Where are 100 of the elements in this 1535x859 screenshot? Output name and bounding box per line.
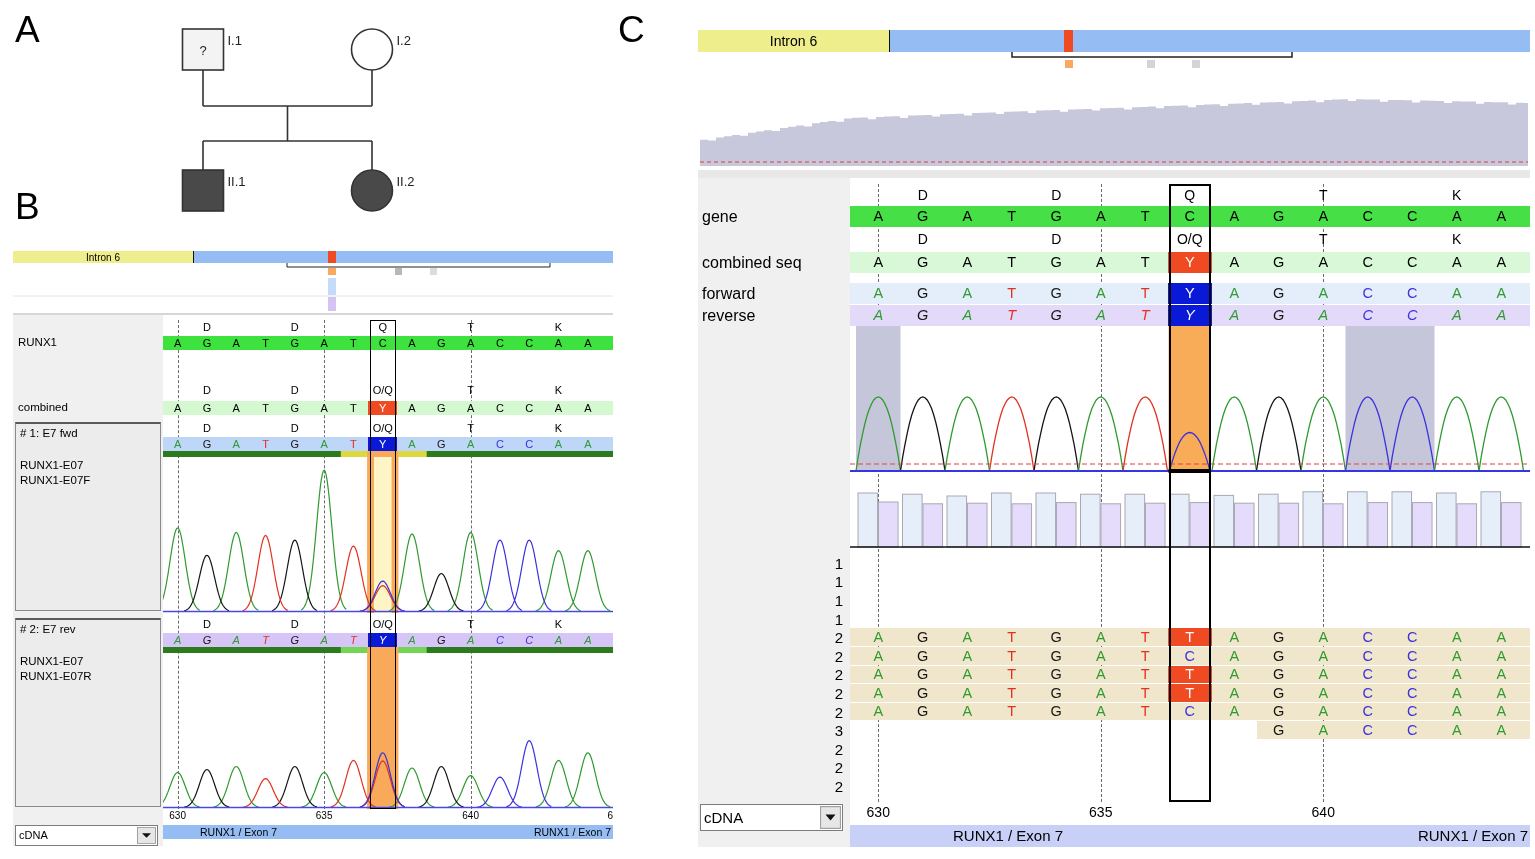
- base-letter: C: [1362, 667, 1373, 682]
- base-letter: A: [320, 634, 328, 646]
- base-letter: T: [262, 337, 269, 349]
- base-letter: C: [1184, 209, 1195, 224]
- status-mark: ?: [199, 42, 207, 58]
- base-letter: T: [1140, 255, 1150, 270]
- amino-acid: D: [1051, 232, 1062, 246]
- base-letter: G: [1273, 722, 1285, 738]
- base-letter: A: [584, 438, 592, 450]
- base-letter: A: [962, 286, 973, 301]
- base-letter: A: [1229, 704, 1240, 719]
- base-letter: A: [873, 667, 884, 682]
- base-letter: C: [1407, 667, 1418, 682]
- read-number: 1: [834, 611, 843, 627]
- base-letter: T: [1007, 308, 1017, 323]
- base-letter: G: [917, 648, 929, 663]
- base-letter: A: [873, 255, 884, 270]
- base-letter: A: [1095, 704, 1106, 719]
- base-letter: G: [437, 402, 446, 414]
- amino-acid: D: [202, 618, 211, 630]
- panel-label: A: [15, 11, 40, 48]
- amino-acid: Q: [1184, 188, 1196, 202]
- base-letter: C: [1407, 255, 1418, 270]
- base-letter: A: [873, 308, 884, 323]
- base-letter: T: [1007, 255, 1017, 270]
- base-letter: A: [1496, 648, 1507, 663]
- position-tick: 640: [462, 810, 479, 821]
- base-letter: A: [962, 704, 973, 719]
- base-letter: A: [1318, 286, 1329, 301]
- base-letter: G: [1050, 648, 1062, 663]
- read-number: 2: [834, 667, 843, 683]
- base-letter: A: [408, 438, 416, 450]
- base-letter: A: [466, 634, 475, 646]
- base-letter: T: [1007, 667, 1017, 682]
- base-letter: G: [917, 704, 929, 719]
- base-letter: A: [1318, 667, 1329, 682]
- base-letter: A: [1496, 286, 1507, 301]
- base-letter: T: [1140, 667, 1150, 682]
- base-letter: A: [320, 438, 328, 450]
- base-letter: A: [1496, 308, 1507, 323]
- amino-acid: D: [1051, 188, 1062, 202]
- trace-detail: RUNX1-E07R: [20, 669, 93, 684]
- base-letter: G: [1050, 286, 1062, 301]
- base-letter: A: [173, 337, 182, 349]
- position-tick: 635: [315, 810, 333, 821]
- amino-acid: D: [917, 232, 928, 246]
- amino-acid: O/Q: [1176, 232, 1203, 246]
- amino-acid: K: [554, 618, 563, 630]
- base-letter: A: [873, 648, 884, 663]
- base-letter: T: [1007, 648, 1017, 663]
- amino-acid: T: [467, 385, 474, 396]
- base-letter: C: [1362, 722, 1373, 738]
- exon-label: RUNX1 / Exon 7: [200, 826, 278, 838]
- base-letter: A: [962, 255, 973, 270]
- base-letter: C: [1407, 704, 1418, 719]
- track-label: gene: [701, 208, 738, 225]
- base-letter: A: [232, 634, 240, 646]
- base-letter: C: [1362, 308, 1373, 323]
- base-letter: A: [1229, 685, 1240, 701]
- base-letter: T: [1140, 308, 1150, 323]
- base-letter: A: [173, 402, 182, 414]
- coordinate-dropdown[interactable]: cDNA: [700, 803, 843, 831]
- base-letter: T: [1007, 629, 1017, 645]
- read-number: 2: [834, 685, 843, 701]
- base-letter: G: [1050, 629, 1062, 645]
- base-letter: A: [873, 629, 884, 645]
- track-label: RUNX1: [17, 337, 57, 349]
- amino-acid: O/Q: [372, 618, 393, 630]
- base-letter: A: [1229, 667, 1240, 682]
- base-letter: A: [962, 648, 973, 663]
- base-letter: A: [466, 438, 475, 450]
- variant-base: T: [1167, 628, 1212, 646]
- amino-acid: K: [1452, 188, 1462, 202]
- amino-acid: O/Q: [372, 422, 393, 434]
- member-label: II.2: [396, 174, 415, 189]
- base-letter: G: [1050, 667, 1062, 682]
- exon-label: RUNX1 / Exon 7: [1417, 828, 1528, 844]
- base-letter: A: [1451, 629, 1462, 645]
- base-letter: T: [1007, 685, 1017, 701]
- base-letter: A: [1318, 308, 1329, 323]
- read-number: 3: [834, 723, 843, 739]
- trace-title: # 2: E7 rev: [20, 622, 77, 637]
- base-letter: C: [495, 402, 504, 414]
- base-letter: G: [290, 402, 300, 414]
- amino-acid: T: [467, 321, 474, 333]
- caret-icon: [820, 805, 841, 829]
- amino-acid: D: [917, 188, 928, 202]
- base-letter: C: [525, 402, 534, 414]
- base-letter: C: [525, 438, 534, 450]
- base-letter: G: [1050, 704, 1062, 719]
- base-letter: T: [262, 402, 269, 414]
- intron-segment: Intron 6: [698, 30, 890, 52]
- base-letter: A: [408, 402, 416, 414]
- base-letter: A: [1451, 308, 1462, 323]
- base-letter: A: [232, 337, 240, 349]
- amino-acid: D: [290, 321, 299, 333]
- coordinate-dropdown[interactable]: cDNA: [15, 825, 158, 846]
- base-letter: C: [1362, 704, 1373, 719]
- base-letter: A: [1229, 255, 1240, 270]
- amino-acid: T: [1318, 232, 1328, 246]
